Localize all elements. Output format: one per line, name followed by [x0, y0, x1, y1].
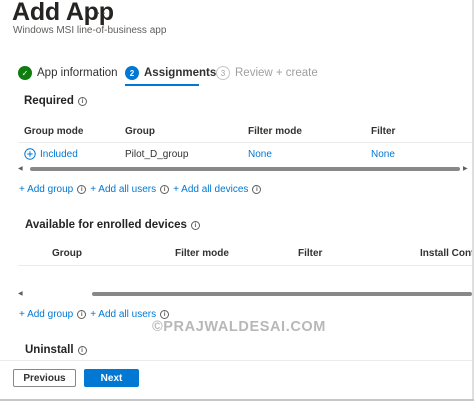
group-mode-link[interactable]: Included [40, 149, 78, 160]
section-title-text: Required [24, 95, 74, 107]
step-number-badge: 3 [216, 66, 230, 80]
info-icon[interactable]: i [77, 345, 87, 355]
plus-circle-icon [24, 148, 36, 160]
table-row[interactable]: Included [24, 147, 78, 161]
step-label: Assignments [144, 67, 217, 79]
info-icon[interactable]: i [77, 310, 87, 319]
group-cell: Pilot_D_group [125, 149, 189, 160]
available-section-title: Available for enrolled devices i [25, 219, 200, 231]
table-divider [18, 265, 472, 266]
filter-link[interactable]: None [371, 149, 395, 160]
column-header-filter[interactable]: Filter [298, 248, 322, 259]
scroll-left-arrow[interactable]: ◀ [18, 165, 23, 172]
info-icon[interactable]: i [77, 185, 87, 194]
column-header-group-mode[interactable]: Group mode [24, 126, 83, 137]
step-review-create[interactable]: 3 Review + create [216, 64, 318, 82]
add-all-devices-link[interactable]: + Add all devices [173, 184, 248, 195]
step-number-badge: 2 [125, 66, 139, 80]
watermark: ©PRAJWALDESAI.COM [152, 319, 326, 335]
horizontal-scrollbar[interactable] [92, 292, 472, 296]
required-add-links: + Add group i + Add all users i + Add al… [19, 184, 262, 195]
uninstall-section-title: Uninstall i [25, 344, 87, 356]
available-add-links: + Add group i + Add all users i [19, 309, 170, 320]
section-title-text: Available for enrolled devices [25, 219, 187, 231]
step-app-information[interactable]: ✓ App information [18, 64, 118, 82]
add-all-users-link[interactable]: + Add all users [90, 184, 156, 195]
active-step-indicator [125, 84, 199, 86]
filter-mode-link[interactable]: None [248, 149, 272, 160]
checkmark-icon: ✓ [18, 66, 32, 80]
info-icon[interactable]: i [160, 310, 170, 319]
step-label: App information [37, 67, 118, 79]
scroll-left-arrow[interactable]: ◀ [18, 290, 23, 297]
more-options-icon[interactable]: ··· [96, 4, 113, 20]
next-button[interactable]: Next [84, 369, 139, 387]
column-header-filter[interactable]: Filter [371, 126, 395, 137]
scroll-right-arrow[interactable]: ▶ [463, 165, 468, 172]
info-icon[interactable]: i [252, 185, 262, 194]
step-label: Review + create [235, 67, 318, 79]
info-icon[interactable]: i [160, 185, 170, 194]
column-header-filter-mode[interactable]: Filter mode [248, 126, 302, 137]
horizontal-scrollbar[interactable] [30, 167, 460, 171]
column-header-group[interactable]: Group [52, 248, 82, 259]
column-header-filter-mode[interactable]: Filter mode [175, 248, 229, 259]
required-section-title: Required i [24, 95, 87, 107]
column-header-install-context[interactable]: Install Contex [420, 248, 472, 259]
add-group-link[interactable]: + Add group [19, 309, 73, 320]
add-group-link[interactable]: + Add group [19, 184, 73, 195]
add-all-users-link[interactable]: + Add all users [90, 309, 156, 320]
page-subtitle: Windows MSI line-of-business app [13, 25, 167, 36]
info-icon[interactable]: i [77, 96, 87, 106]
table-divider [18, 142, 472, 143]
step-assignments[interactable]: 2 Assignments [125, 64, 216, 82]
info-icon[interactable]: i [190, 220, 200, 230]
footer-divider [0, 360, 474, 361]
section-title-text: Uninstall [25, 344, 74, 356]
column-header-group[interactable]: Group [125, 126, 155, 137]
previous-button[interactable]: Previous [13, 369, 76, 387]
